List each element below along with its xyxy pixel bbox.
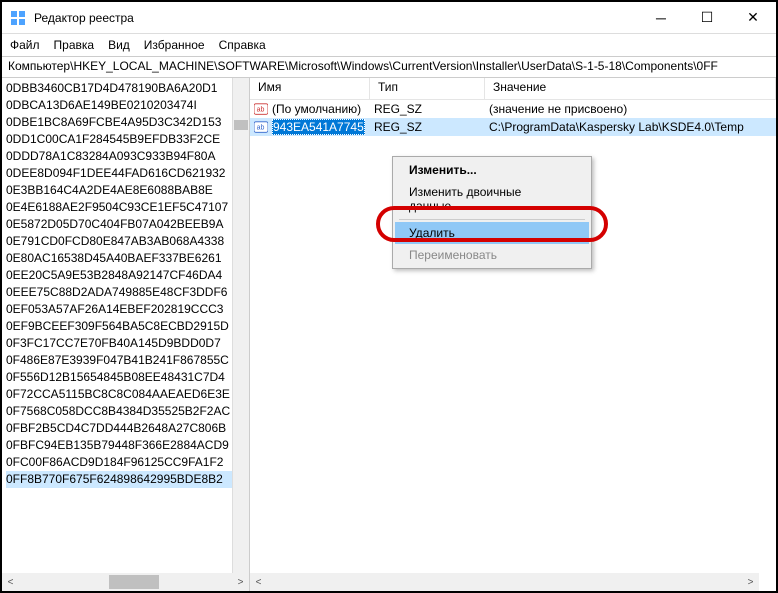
tree-item[interactable]: 0DBCA13D6AE149BE0210203474I [6,97,245,114]
maximize-button[interactable]: ☐ [684,2,730,33]
value-data: (значение не присвоено) [485,102,776,116]
value-data: C:\ProgramData\Kaspersky Lab\KSDE4.0\Tem… [485,120,776,134]
value-type: REG_SZ [370,102,485,116]
tree-horizontal-scrollbar[interactable]: <> [2,573,249,591]
reg-string-icon: ab [254,120,268,134]
column-name[interactable]: Имя [250,78,370,99]
tree-item[interactable]: 0F556D12B15654845B08EE48431C7D4 [6,369,245,386]
tree-item[interactable]: 0EF9BCEEF309F564BA5C8ECBD2915D [6,318,245,335]
menu-bar: Файл Правка Вид Избранное Справка [2,34,776,56]
value-name: (По умолчанию) [272,102,361,116]
context-delete[interactable]: Удалить [395,222,589,244]
tree-vertical-scrollbar[interactable] [232,78,249,573]
context-modify[interactable]: Изменить... [395,159,589,181]
tree-item[interactable]: 0FBF2B5CD4C7DD444B2648A27C806B [6,420,245,437]
close-button[interactable]: ✕ [730,2,776,33]
menu-view[interactable]: Вид [108,38,130,52]
tree-item[interactable]: 0DBE1BC8A69FCBE4A95D3C342D153 [6,114,245,131]
tree-item[interactable]: 0FBFC94EB135B79448F366E2884ACD9 [6,437,245,454]
tree-item[interactable]: 0EE20C5A9E53B2848A92147CF46DA4 [6,267,245,284]
tree-item[interactable]: 0DD1C00CA1F284545B9EFDB33F2CE [6,131,245,148]
menu-file[interactable]: Файл [10,38,40,52]
tree-item[interactable]: 0E4E6188AE2F9504C93CE1EF5C47107 [6,199,245,216]
menu-favorites[interactable]: Избранное [144,38,205,52]
svg-text:ab: ab [257,107,265,114]
address-bar[interactable]: Компьютер\HKEY_LOCAL_MACHINE\SOFTWARE\Mi… [2,56,776,78]
context-menu: Изменить... Изменить двоичные данные... … [392,156,592,269]
tree-item[interactable]: 0F7568C058DCC8B4384D35525B2F2AC [6,403,245,420]
tree-item[interactable]: 0DBB3460CB17D4D478190BA6A20D1 [6,80,245,97]
tree-item[interactable]: 0F72CCA5115BC8C8C084AAEAED6E3E [6,386,245,403]
value-type: REG_SZ [370,120,485,134]
tree-item[interactable]: 0E5872D05D70C404FB07A042BEEB9A [6,216,245,233]
minimize-button[interactable]: ─ [638,2,684,33]
tree-item[interactable]: 0EEE75C88D2ADA749885E48CF3DDF6 [6,284,245,301]
tree-item[interactable]: 0F486E87E3939F047B41B241F867855C [6,352,245,369]
tree-item[interactable]: 0FF8B770F675F624898642995BDE8B2 [6,471,245,488]
tree-item[interactable]: 0DDD78A1C83284A093C933B94F80A [6,148,245,165]
tree-item[interactable]: 0FC00F86ACD9D184F96125CC9FA1F2 [6,454,245,471]
value-row-selected[interactable]: ab 943EA541A7745 REG_SZ C:\ProgramData\K… [250,118,776,136]
app-icon [10,10,26,26]
tree-item[interactable]: 0E791CD0FCD80E847AB3AB068A4338 [6,233,245,250]
value-name: 943EA541A7745 [272,119,365,135]
title-bar: Редактор реестра ─ ☐ ✕ [2,2,776,34]
main-area: 0DBB3460CB17D4D478190BA6A20D10DBCA13D6AE… [2,78,776,591]
tree-item[interactable]: 0E3BB164C4A2DE4AE8E6088BAB8E [6,182,245,199]
column-value[interactable]: Значение [485,78,776,99]
tree-item[interactable]: 0E80AC16538D45A40BAEF337BE6261 [6,250,245,267]
context-rename[interactable]: Переименовать [395,244,589,266]
value-row-default[interactable]: ab (По умолчанию) REG_SZ (значение не пр… [250,100,776,118]
tree-pane: 0DBB3460CB17D4D478190BA6A20D10DBCA13D6AE… [2,78,250,591]
menu-edit[interactable]: Правка [54,38,95,52]
context-modify-binary[interactable]: Изменить двоичные данные... [395,181,589,217]
svg-text:ab: ab [257,125,265,132]
values-pane: Имя Тип Значение ab (По умолчанию) REG_S… [250,78,776,591]
window-title: Редактор реестра [34,11,638,25]
context-separator [399,219,585,220]
values-header: Имя Тип Значение [250,78,776,100]
column-type[interactable]: Тип [370,78,485,99]
menu-help[interactable]: Справка [219,38,266,52]
tree-item[interactable]: 0DEE8D094F1DEE44FAD616CD621932 [6,165,245,182]
reg-string-icon: ab [254,102,268,116]
values-horizontal-scrollbar[interactable]: <> [250,573,759,591]
tree-item[interactable]: 0F3FC17CC7E70FB40A145D9BDD0D7 [6,335,245,352]
tree-item[interactable]: 0EF053A57AF26A14EBEF202819CCC3 [6,301,245,318]
